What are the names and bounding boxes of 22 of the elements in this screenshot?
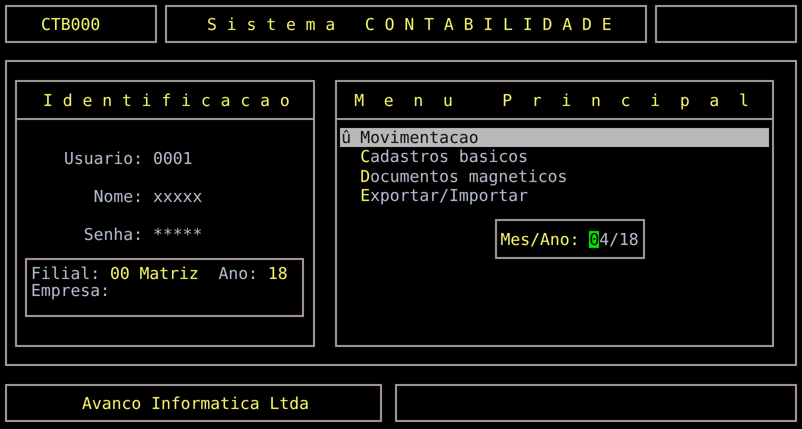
menu-item[interactable]: Documentos magneticos	[340, 166, 769, 186]
field-label: Mes/Ano:	[500, 230, 580, 249]
cursor-marker: û	[341, 128, 352, 148]
field-value: 00 Matriz	[110, 264, 199, 283]
company-name: Avanco Informatica Ltda	[82, 394, 309, 412]
field-label: Senha:	[82, 225, 143, 244]
menu-item[interactable]: û Movimentacao	[340, 128, 769, 148]
field-label: Filial:	[31, 264, 100, 283]
panel-title: I d e n t i f i c a c a o	[43, 90, 290, 110]
menu-item[interactable]: Cadastros basicos	[340, 147, 769, 167]
panel-title: M e n u P r i n c i p a l	[354, 90, 749, 110]
field-label: Nome:	[92, 187, 143, 206]
program-code: CTB000	[41, 14, 100, 34]
system-title: S i s t e m a C O N T A B I L I D A D E	[207, 14, 612, 34]
field-value: xxxxx	[153, 187, 202, 206]
field-value: 0001	[153, 149, 194, 168]
field-label: Usuario:	[63, 149, 143, 168]
menu-item[interactable]: Exportar/Importar	[340, 186, 769, 206]
field-label: Empresa:	[31, 281, 110, 300]
field-label: Ano:	[218, 264, 258, 283]
field-value: 18	[268, 264, 288, 283]
field-value: *****	[153, 225, 202, 244]
